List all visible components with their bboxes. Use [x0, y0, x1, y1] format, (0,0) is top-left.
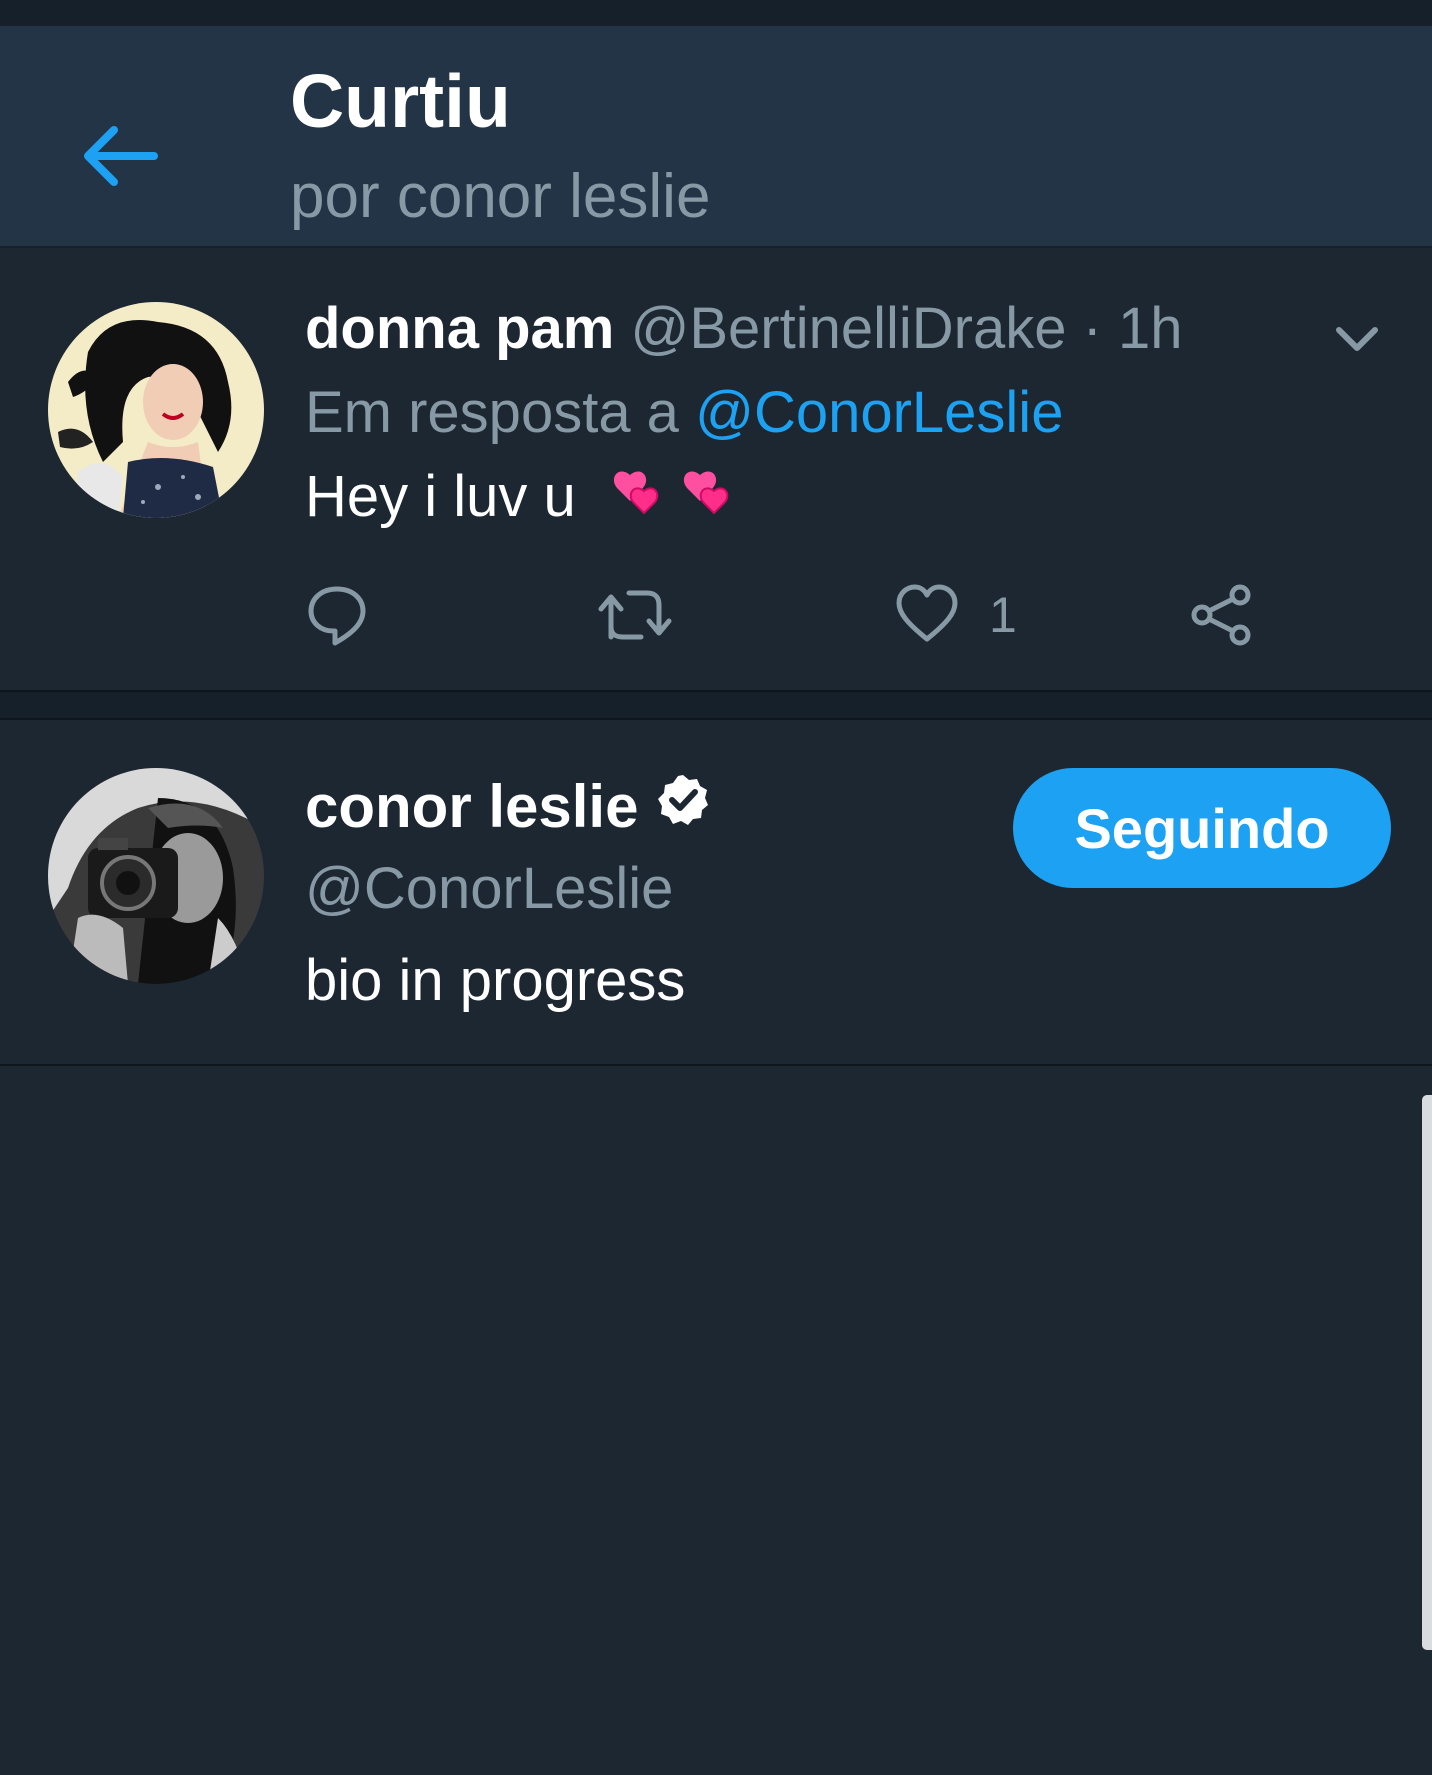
retweet-button[interactable]: [595, 575, 675, 655]
app-root: Curtiu por conor leslie donna pam @Berti…: [0, 0, 1432, 1775]
tweet-body: Hey i luv u: [305, 464, 576, 529]
back-button[interactable]: [70, 106, 170, 206]
avatar[interactable]: [48, 302, 264, 518]
page-subtitle: por conor leslie: [290, 162, 711, 231]
two-hearts-emoji-icon: [604, 461, 744, 541]
like-button[interactable]: 1: [895, 575, 1017, 655]
share-button[interactable]: [1190, 575, 1254, 655]
tweet-header: donna pam @BertinelliDrake · 1h: [305, 290, 1183, 368]
section-divider: [0, 692, 1432, 720]
chevron-down-icon[interactable]: [1327, 308, 1387, 368]
tweet-text: Hey i luv u: [305, 458, 744, 541]
author-handle[interactable]: @BertinelliDrake: [630, 296, 1066, 361]
reply-prefix: Em resposta a: [305, 380, 696, 445]
top-bar: Curtiu por conor leslie: [0, 26, 1432, 248]
reply-button[interactable]: [305, 575, 369, 655]
heart-icon: [896, 584, 958, 642]
reply-mention-link[interactable]: @ConorLeslie: [695, 380, 1063, 445]
user-name-text: conor leslie: [305, 773, 639, 840]
user-display-name[interactable]: conor leslie: [305, 768, 710, 846]
time-separator: ·: [1066, 296, 1119, 361]
arrow-left-icon: [84, 126, 158, 186]
like-count: 1: [989, 587, 1017, 643]
tweet-card[interactable]: donna pam @BertinelliDrake · 1h Em respo…: [0, 250, 1432, 692]
retweet-icon: [598, 590, 672, 640]
user-card[interactable]: conor leslie @ConorLeslie bio in progres…: [0, 720, 1432, 1066]
reply-icon: [308, 586, 366, 646]
verified-badge-icon: [656, 768, 710, 846]
tweet-actions: 1: [305, 575, 1305, 655]
tweet-time[interactable]: 1h: [1118, 296, 1183, 361]
reply-context: Em resposta a @ConorLeslie: [305, 374, 1063, 452]
user-bio: bio in progress: [305, 948, 686, 1013]
user-handle: @ConorLeslie: [305, 856, 674, 921]
scrollbar[interactable]: [1422, 1095, 1432, 1650]
page-title: Curtiu: [290, 59, 511, 143]
following-button[interactable]: Seguindo: [1013, 768, 1391, 888]
avatar[interactable]: [48, 768, 264, 984]
author-name[interactable]: donna pam: [305, 296, 614, 361]
status-bar: [0, 0, 1432, 26]
share-icon: [1191, 584, 1251, 646]
